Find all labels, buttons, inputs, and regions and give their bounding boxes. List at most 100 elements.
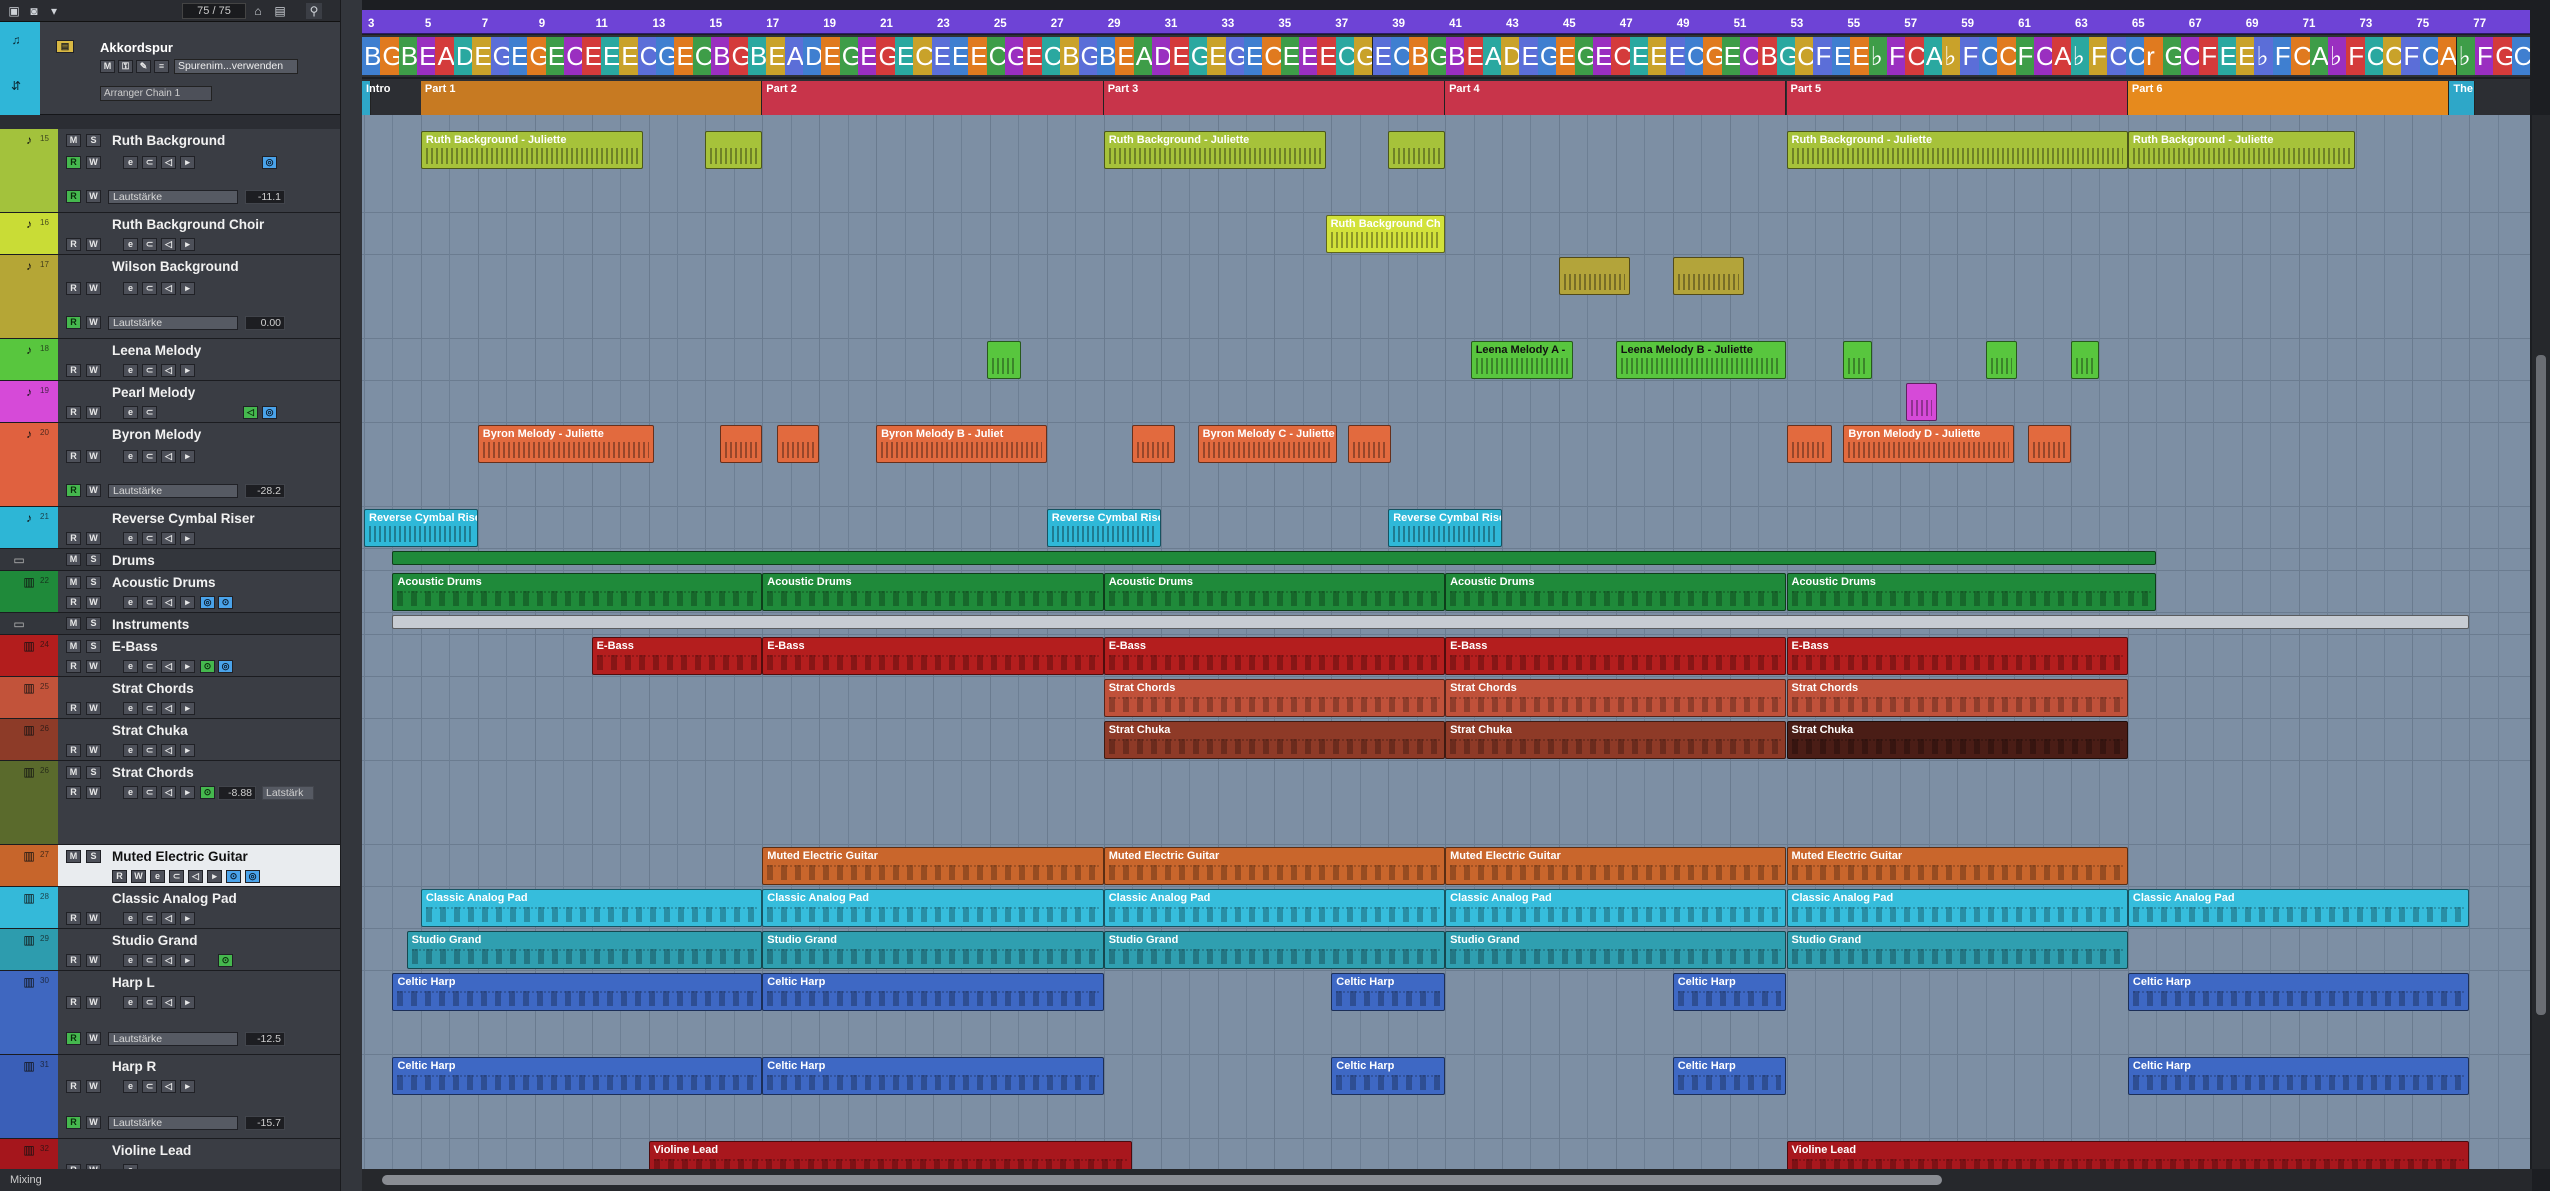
solo-button[interactable]: S: [86, 766, 101, 779]
midi-part[interactable]: Celtic Harp: [1331, 973, 1446, 1011]
channel-button[interactable]: ▸: [180, 596, 195, 609]
chord-event[interactable]: C: [2364, 37, 2384, 75]
search-icon[interactable]: ⚲: [306, 3, 322, 19]
mute-button[interactable]: M: [66, 766, 81, 779]
chord-event[interactable]: E: [894, 37, 915, 75]
chord-event[interactable]: r: [2144, 37, 2164, 75]
chord-event[interactable]: E: [1556, 37, 1576, 75]
solo-button[interactable]: S: [86, 576, 101, 589]
audio-event[interactable]: [719, 425, 763, 463]
lock-button[interactable]: ⊂: [142, 596, 157, 609]
write-automation-button[interactable]: W: [86, 156, 101, 169]
chord-event[interactable]: C: [913, 37, 933, 75]
midi-part[interactable]: Celtic Harp: [2127, 973, 2470, 1011]
chord-event[interactable]: F: [2089, 37, 2109, 75]
chord-event[interactable]: Br: [1060, 37, 1080, 75]
chord-event[interactable]: E: [508, 37, 529, 75]
chord-event[interactable]: E: [600, 37, 621, 75]
audio-event[interactable]: [2071, 341, 2100, 379]
volume-value[interactable]: -28.2: [245, 484, 285, 498]
edit-button[interactable]: e: [123, 532, 138, 545]
read-automation-button[interactable]: R: [66, 532, 81, 545]
chord-event[interactable]: E: [1243, 37, 1264, 75]
solo-button[interactable]: S: [86, 553, 101, 566]
monitor-button[interactable]: ◁: [161, 702, 176, 715]
monitor-button[interactable]: ◁: [161, 744, 176, 757]
timeline-ruler[interactable]: 3 5 7 9 11 13 15 17 19 21 23 25 27 29 31 33 35 37 39 41 43 45…: [362, 10, 2530, 34]
volume-automation-param[interactable]: Lautstärke: [108, 1032, 238, 1046]
write-automation-button[interactable]: W: [86, 532, 101, 545]
chord-event[interactable]: Br: [398, 37, 419, 75]
audio-event[interactable]: Ruth Background Ch: [1325, 215, 1446, 253]
chord-event[interactable]: ♭: [2254, 37, 2274, 75]
track-leena-melody[interactable]: ♪ 18 Leena Melody R W e ⊂ ◁ ▸: [0, 339, 340, 381]
write-automation-button[interactable]: W: [86, 596, 101, 609]
chord-event[interactable]: E: [1850, 37, 1870, 75]
chord-event[interactable]: E: [1317, 37, 1337, 75]
chord-event[interactable]: G: [839, 37, 860, 75]
monitor-button[interactable]: ◁: [161, 596, 176, 609]
lock-button[interactable]: ⊂: [142, 954, 157, 967]
midi-part[interactable]: Acoustic Drums: [1103, 573, 1446, 611]
chord-event[interactable]: C: [986, 37, 1007, 75]
record-enable-button[interactable]: ◎: [262, 406, 277, 419]
track-strat-chords-2[interactable]: ▥ 26 Strat Chords M S R W e ⊂ ◁ ▸ ⊙ -8.8…: [0, 761, 340, 845]
chord-track-lane[interactable]: BminG♭BrEADEGEGECEEECGECBrG♭BrEADEGEGECE…: [362, 35, 2531, 77]
chord-event[interactable]: E: [582, 37, 602, 75]
midi-part[interactable]: Violine Lead: [1786, 1141, 2470, 1169]
mute-button[interactable]: M: [66, 640, 81, 653]
arranger-part[interactable]: Part 1: [420, 81, 763, 115]
channel-button[interactable]: ▸: [180, 702, 195, 715]
audio-event[interactable]: [1905, 383, 1938, 421]
audio-event[interactable]: [1843, 341, 1872, 379]
midi-part[interactable]: Celtic Harp: [1672, 1057, 1787, 1095]
read-automation-button[interactable]: R: [66, 786, 81, 799]
chord-event[interactable]: C: [1611, 37, 1631, 75]
lock-button[interactable]: ⊂: [142, 282, 157, 295]
chord-event[interactable]: G: [1703, 37, 1723, 75]
volume-value[interactable]: -12.5: [245, 1032, 285, 1046]
read-automation-button[interactable]: R: [66, 156, 81, 169]
edit-button[interactable]: e: [123, 912, 138, 925]
midi-part[interactable]: Classic Analog Pad: [1786, 889, 2128, 927]
mute-button[interactable]: M: [66, 134, 81, 147]
chord-event[interactable]: E: [1023, 37, 1043, 75]
arranger-part[interactable]: Part 6: [2127, 81, 2450, 115]
lock-button[interactable]: ⊂: [142, 702, 157, 715]
read-automation-button[interactable]: R: [66, 190, 81, 203]
chord-event[interactable]: F: [2199, 37, 2219, 75]
midi-part[interactable]: E-Bass: [1103, 637, 1446, 675]
chord-event[interactable]: C: [637, 37, 657, 75]
chord-event[interactable]: E: [821, 37, 841, 75]
camera-icon[interactable]: ◙: [26, 3, 42, 19]
read-automation-button[interactable]: R: [66, 238, 81, 251]
audio-event[interactable]: [776, 425, 820, 463]
midi-part[interactable]: Studio Grand: [406, 931, 763, 969]
audio-event[interactable]: Reverse Cymbal Rise: [364, 509, 478, 547]
monitor-input-button[interactable]: ⊙: [226, 870, 241, 883]
chord-event[interactable]: E: [858, 37, 878, 75]
chord-event[interactable]: E: [417, 37, 437, 75]
chord-event[interactable]: C: [1262, 37, 1282, 75]
edit-button[interactable]: e: [123, 744, 138, 757]
monitor-button[interactable]: ◁: [161, 996, 176, 1009]
channel-button[interactable]: ▸: [180, 532, 195, 545]
monitor-button[interactable]: ◁: [243, 406, 258, 419]
channel-button[interactable]: ▸: [180, 786, 195, 799]
write-automation-button[interactable]: W: [86, 238, 101, 251]
edit-button[interactable]: e: [123, 702, 138, 715]
chord-event[interactable]: E: [1372, 37, 1392, 75]
chord-event[interactable]: E: [1721, 37, 1741, 75]
monitor-button[interactable]: ◁: [161, 532, 176, 545]
midi-part[interactable]: Celtic Harp: [1331, 1057, 1446, 1095]
horizontal-scroll-thumb[interactable]: [382, 1175, 1942, 1185]
chord-event[interactable]: Cr: [1795, 37, 1815, 75]
edit-button[interactable]: e: [150, 870, 165, 883]
track-violine-lead[interactable]: ▥ 32 Violine Lead R W e R: [0, 1139, 340, 1169]
chord-event[interactable]: ♭: [2456, 37, 2476, 75]
audio-event[interactable]: [705, 131, 763, 169]
midi-part[interactable]: Classic Analog Pad: [1103, 889, 1446, 927]
arranger-part[interactable]: The: [2449, 81, 2475, 115]
chord-track-header[interactable]: ♫ ⇵ ▤ Akkordspur M ⚿ ✎ ≡ Spurenim...verw…: [0, 22, 340, 115]
chord-event[interactable]: C: [2033, 37, 2054, 75]
